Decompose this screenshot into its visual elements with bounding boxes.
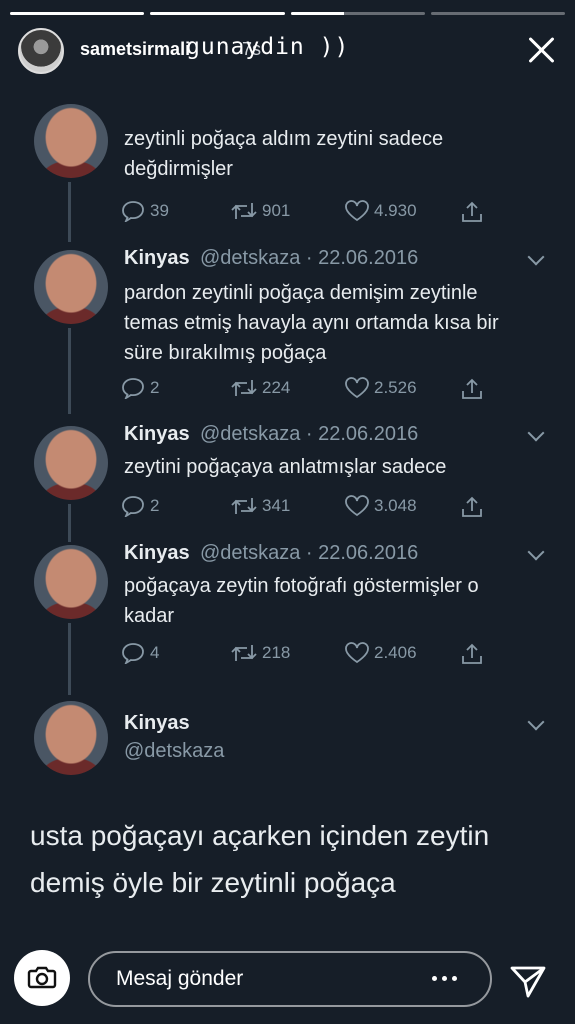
reply-count: 39 — [150, 201, 169, 220]
share-button[interactable] — [460, 377, 484, 401]
reply-button[interactable]: 4 — [120, 642, 159, 664]
like-icon — [345, 377, 369, 399]
reply-icon — [122, 643, 144, 664]
reply-button[interactable]: 2 — [120, 495, 159, 517]
dot — [432, 976, 437, 981]
chevron-down-icon[interactable] — [527, 543, 545, 561]
like-count: 2.526 — [374, 378, 417, 397]
story-progress — [10, 12, 565, 15]
tweet-author-name[interactable]: Kinyas — [124, 542, 190, 565]
share-button[interactable] — [460, 200, 484, 224]
retweet-count: 224 — [262, 378, 291, 397]
tweet-avatar[interactable] — [34, 701, 108, 775]
tweet-text: poğaçaya zeytin fotoğrafı göstermişler o… — [124, 575, 479, 627]
retweet-count: 218 — [262, 643, 291, 662]
story-caption: gunaydin )) — [186, 34, 350, 60]
dot — [452, 976, 457, 981]
retweet-button[interactable]: 341 — [230, 495, 290, 517]
reply-count: 2 — [150, 378, 160, 397]
like-icon — [345, 495, 369, 517]
progress-segment — [430, 12, 565, 15]
chevron-down-icon[interactable] — [527, 248, 545, 266]
tweet-handle[interactable]: @detskaza — [124, 740, 224, 763]
like-count: 3.048 — [374, 496, 417, 515]
like-button[interactable]: 4.930 — [344, 200, 417, 222]
like-count: 2.406 — [374, 643, 417, 662]
reply-count: 2 — [150, 496, 160, 515]
chevron-down-icon[interactable] — [527, 713, 545, 731]
retweet-button[interactable]: 224 — [230, 377, 290, 399]
like-icon — [345, 642, 369, 664]
tweet-handle[interactable]: @detskaza · 22.06.2016 — [200, 423, 418, 446]
progress-fill — [290, 12, 345, 15]
retweet-icon — [231, 380, 257, 396]
like-button[interactable]: 2.526 — [344, 377, 417, 399]
reply-icon — [122, 496, 144, 517]
story-footer — [0, 950, 575, 1010]
progress-segment — [150, 12, 285, 15]
tweet-avatar[interactable] — [34, 545, 108, 619]
story-username[interactable]: sametsirmali — [80, 39, 190, 60]
camera-icon — [27, 966, 57, 989]
like-button[interactable]: 3.048 — [344, 495, 417, 517]
send-button[interactable] — [508, 960, 548, 1000]
tweet-author-name[interactable]: Kinyas — [124, 423, 190, 446]
reply-count: 4 — [150, 643, 160, 662]
thread-line — [68, 504, 71, 542]
tweet-avatar[interactable] — [34, 250, 108, 324]
share-button[interactable] — [460, 495, 484, 519]
tweet-author-name[interactable]: Kinyas — [124, 247, 190, 270]
progress-segment — [290, 12, 425, 15]
tweet-author-name[interactable]: Kinyas — [124, 712, 190, 735]
reply-icon — [122, 201, 144, 222]
avatar[interactable] — [18, 28, 64, 74]
progress-fill — [10, 12, 145, 15]
tweet-handle[interactable]: @detskaza · 22.06.2016 — [200, 247, 418, 270]
like-count: 4.930 — [374, 201, 417, 220]
like-button[interactable]: 2.406 — [344, 642, 417, 664]
retweet-count: 901 — [262, 201, 291, 220]
chevron-down-icon[interactable] — [527, 424, 545, 442]
tweet-handle[interactable]: @detskaza · 22.06.2016 — [200, 542, 418, 565]
progress-segment — [10, 12, 145, 15]
share-icon — [462, 496, 482, 517]
close-icon[interactable] — [523, 32, 559, 68]
more-icon[interactable] — [432, 976, 457, 981]
tweet-text: usta poğaçayı açarken içinden zeytin dem… — [30, 820, 490, 898]
tweet-text: zeytinli poğaça aldım zeytini sadece değ… — [124, 128, 444, 180]
reply-button[interactable]: 2 — [120, 377, 159, 399]
reply-button[interactable]: 39 — [120, 200, 169, 222]
retweet-count: 341 — [262, 496, 291, 515]
retweet-icon — [231, 498, 257, 514]
retweet-icon — [231, 203, 257, 219]
tweet-text: pardon zeytinli poğaça demişim zeytinle … — [124, 282, 499, 364]
retweet-button[interactable]: 218 — [230, 642, 290, 664]
thread-line — [68, 182, 71, 242]
reply-icon — [122, 378, 144, 399]
camera-button[interactable] — [14, 950, 70, 1006]
thread-line — [68, 623, 71, 695]
thread-line — [68, 328, 71, 414]
dot — [442, 976, 447, 981]
share-icon — [462, 378, 482, 399]
share-button[interactable] — [460, 642, 484, 666]
tweet-text: zeytini poğaçaya anlatmışlar sadece — [124, 456, 447, 478]
story-view: sametsirmali 7s gunaydin )) zeytinli poğ… — [0, 0, 575, 1024]
retweet-icon — [231, 645, 257, 661]
share-icon — [462, 643, 482, 664]
like-icon — [345, 200, 369, 222]
tweet-avatar[interactable] — [34, 426, 108, 500]
retweet-button[interactable]: 901 — [230, 200, 290, 222]
tweet-avatar[interactable] — [34, 104, 108, 178]
share-icon — [462, 201, 482, 222]
send-icon — [510, 966, 546, 998]
progress-fill — [150, 12, 285, 15]
